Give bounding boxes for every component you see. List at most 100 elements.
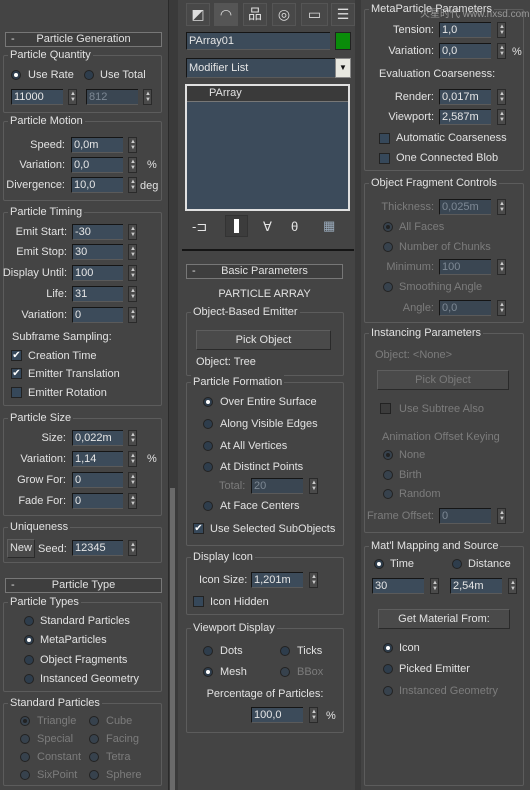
checkbox-use-selected-subobjects[interactable]: ✔ <box>193 523 204 534</box>
minimum-field[interactable]: 100 <box>439 259 491 275</box>
radio-facing[interactable] <box>89 734 99 744</box>
rollout-particle-type[interactable]: - Particle Type <box>5 578 162 593</box>
time-spinner[interactable] <box>430 578 439 594</box>
angle-spinner[interactable] <box>497 300 506 316</box>
emit-stop-field[interactable]: 30 <box>72 244 123 260</box>
show-end-result-button[interactable] <box>225 215 248 237</box>
fade-for-spinner[interactable] <box>128 493 137 509</box>
radio-random[interactable] <box>383 489 393 499</box>
fade-for-field[interactable]: 0 <box>72 493 123 509</box>
life-field[interactable]: 31 <box>72 286 123 302</box>
instancing-pick-object-button[interactable]: Pick Object <box>377 370 509 390</box>
left-scrollbar-thumb[interactable] <box>170 488 175 790</box>
size-variation-spinner[interactable] <box>128 451 137 467</box>
distance-field[interactable]: 2,54m <box>450 578 502 594</box>
checkbox-icon-hidden[interactable] <box>193 596 204 607</box>
radio-triangle[interactable] <box>20 716 30 726</box>
middle-scrollbar-track[interactable] <box>355 0 361 790</box>
radio-along-visible-edges[interactable] <box>203 419 213 429</box>
minimum-spinner[interactable] <box>497 259 506 275</box>
meta-variation-field[interactable]: 0,0 <box>439 43 491 59</box>
render-coarseness-field[interactable]: 0,017m <box>439 89 491 105</box>
speed-spinner[interactable] <box>128 137 137 153</box>
object-name-field[interactable]: PArray01 <box>186 32 330 50</box>
icon-size-field[interactable]: 1,201m <box>251 572 303 588</box>
radio-standard-particles[interactable] <box>24 616 34 626</box>
distance-spinner[interactable] <box>508 578 517 594</box>
object-color-swatch[interactable] <box>335 32 351 50</box>
tension-spinner[interactable] <box>497 22 506 38</box>
size-field[interactable]: 0,022m <box>72 430 123 446</box>
radio-tetra[interactable] <box>89 752 99 762</box>
frame-offset-spinner[interactable] <box>497 508 506 524</box>
size-spinner[interactable] <box>128 430 137 446</box>
radio-use-rate[interactable] <box>11 70 21 80</box>
rollout-particle-generation[interactable]: - Particle Generation <box>5 32 162 47</box>
radio-instanced-geometry[interactable] <box>24 674 34 684</box>
radio-bbox[interactable] <box>280 667 290 677</box>
radio-distance[interactable] <box>452 559 462 569</box>
radio-over-entire-surface[interactable] <box>203 397 213 407</box>
timing-variation-spinner[interactable] <box>128 307 137 323</box>
life-spinner[interactable] <box>128 286 137 302</box>
motion-variation-spinner[interactable] <box>128 157 137 173</box>
grow-for-spinner[interactable] <box>128 472 137 488</box>
radio-object-fragments[interactable] <box>24 655 34 665</box>
thickness-field[interactable]: 0,025m <box>439 199 491 215</box>
rate-field[interactable]: 11000 <box>11 89 63 105</box>
radio-time[interactable] <box>374 559 384 569</box>
angle-field[interactable]: 0,0 <box>439 300 491 316</box>
timing-variation-field[interactable]: 0 <box>72 307 123 323</box>
radio-use-total[interactable] <box>84 70 94 80</box>
modify-tab[interactable]: ◠ <box>214 3 238 26</box>
radio-smoothing-angle[interactable] <box>383 282 393 292</box>
viewport-coarseness-field[interactable]: 2,587m <box>439 109 491 125</box>
seed-field[interactable]: 12345 <box>72 540 123 556</box>
checkbox-one-connected-blob[interactable] <box>379 153 390 164</box>
radio-metaparticles[interactable] <box>24 635 34 645</box>
display-tab[interactable]: ▭ <box>301 3 328 26</box>
configure-modifier-sets-icon[interactable]: ▦ <box>323 218 335 234</box>
radio-icon[interactable] <box>383 643 393 653</box>
total-spinner[interactable] <box>143 89 152 105</box>
chevron-down-icon[interactable]: ▼ <box>335 58 351 78</box>
checkbox-automatic-coarseness[interactable] <box>379 133 390 144</box>
total-field[interactable]: 812 <box>86 89 138 105</box>
stack-item-parray[interactable]: PArray <box>187 86 348 102</box>
meta-variation-spinner[interactable] <box>497 43 506 59</box>
size-variation-field[interactable]: 1,14 <box>72 451 123 467</box>
radio-dots[interactable] <box>203 646 213 656</box>
hierarchy-tab[interactable]: 品 <box>243 3 267 26</box>
rollout-basic-parameters[interactable]: - Basic Parameters <box>186 264 343 279</box>
create-tab[interactable]: ◩ <box>186 3 210 26</box>
motion-tab[interactable]: ◎ <box>272 3 296 26</box>
radio-at-face-centers[interactable] <box>203 501 213 511</box>
speed-field[interactable]: 0,0m <box>71 137 123 153</box>
tension-field[interactable]: 1,0 <box>439 22 491 38</box>
radio-at-distinct-points[interactable] <box>203 462 213 472</box>
modifier-list-dropdown[interactable]: Modifier List <box>186 58 336 78</box>
radio-birth[interactable] <box>383 470 393 480</box>
make-unique-icon[interactable]: ∀ <box>263 219 272 235</box>
pin-stack-icon[interactable]: -⊐ <box>192 219 207 235</box>
emit-stop-spinner[interactable] <box>128 244 137 260</box>
radio-at-all-vertices[interactable] <box>203 441 213 451</box>
total-points-spinner[interactable] <box>309 478 318 494</box>
frame-offset-field[interactable]: 0 <box>439 508 491 524</box>
display-until-spinner[interactable] <box>128 265 137 281</box>
percentage-field[interactable]: 100,0 <box>251 707 303 723</box>
time-field[interactable]: 30 <box>372 578 424 594</box>
radio-none[interactable] <box>383 450 393 460</box>
thickness-spinner[interactable] <box>497 199 506 215</box>
radio-instanced-geometry-source[interactable] <box>383 686 393 696</box>
divergence-spinner[interactable] <box>128 177 137 193</box>
radio-special[interactable] <box>20 734 30 744</box>
radio-sphere[interactable] <box>89 770 99 780</box>
radio-sixpoint[interactable] <box>20 770 30 780</box>
viewport-coarseness-spinner[interactable] <box>497 109 506 125</box>
display-until-field[interactable]: 100 <box>72 265 123 281</box>
radio-constant[interactable] <box>20 752 30 762</box>
get-material-from-button[interactable]: Get Material From: <box>378 609 510 629</box>
icon-size-spinner[interactable] <box>309 572 318 588</box>
grow-for-field[interactable]: 0 <box>72 472 123 488</box>
